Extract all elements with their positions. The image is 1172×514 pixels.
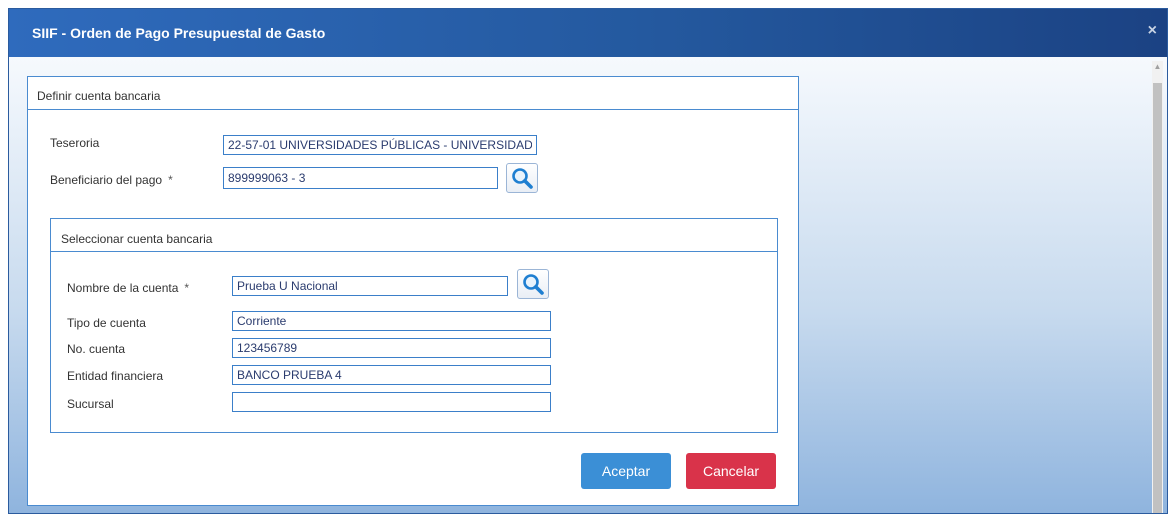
search-icon <box>512 168 533 189</box>
beneficiario-search-button[interactable] <box>506 163 538 193</box>
dialog-window: SIIF - Orden de Pago Presupuestal de Gas… <box>8 8 1168 514</box>
scroll-up-arrow-icon[interactable]: ▲ <box>1152 61 1163 73</box>
sucursal-label: Sucursal <box>67 397 114 411</box>
cuenta-search-button[interactable] <box>517 269 549 299</box>
dialog-title: SIIF - Orden de Pago Presupuestal de Gas… <box>32 25 326 41</box>
cancel-button[interactable]: Cancelar <box>686 453 776 489</box>
nombre-cuenta-field[interactable] <box>232 276 508 296</box>
required-marker: * <box>184 281 190 295</box>
nombre-label: Nombre de la cuenta * <box>67 281 189 295</box>
close-icon[interactable]: × <box>1148 23 1157 39</box>
panel-header: Definir cuenta bancaria <box>28 77 798 110</box>
bank-account-panel: Definir cuenta bancaria Teseroria Benefi… <box>27 76 799 506</box>
entidad-financiera-label: Entidad financiera <box>67 369 164 383</box>
beneficiario-field[interactable] <box>223 167 498 189</box>
nombre-label-text: Nombre de la cuenta <box>67 281 179 295</box>
vertical-scrollbar[interactable]: ▲ <box>1152 61 1163 513</box>
numero-cuenta-field[interactable] <box>232 338 551 358</box>
search-icon <box>523 274 544 295</box>
accept-button[interactable]: Aceptar <box>581 453 671 489</box>
tipo-cuenta-label: Tipo de cuenta <box>67 316 146 330</box>
teseroria-field[interactable] <box>223 135 537 155</box>
entidad-financiera-field[interactable] <box>232 365 551 385</box>
dialog-titlebar: SIIF - Orden de Pago Presupuestal de Gas… <box>9 9 1167 57</box>
subpanel-header: Seleccionar cuenta bancaria <box>51 219 777 252</box>
tipo-cuenta-field[interactable] <box>232 311 551 331</box>
select-account-subpanel: Seleccionar cuenta bancaria Nombre de la… <box>50 218 778 433</box>
scroll-thumb[interactable] <box>1153 83 1162 513</box>
teseroria-label: Teseroria <box>50 136 100 150</box>
required-marker: * <box>168 173 173 187</box>
beneficiario-label: Beneficiario del pago * <box>50 173 173 187</box>
sucursal-field[interactable] <box>232 392 551 412</box>
numero-cuenta-label: No. cuenta <box>67 342 126 356</box>
beneficiario-label-text: Beneficiario del pago <box>50 173 163 187</box>
